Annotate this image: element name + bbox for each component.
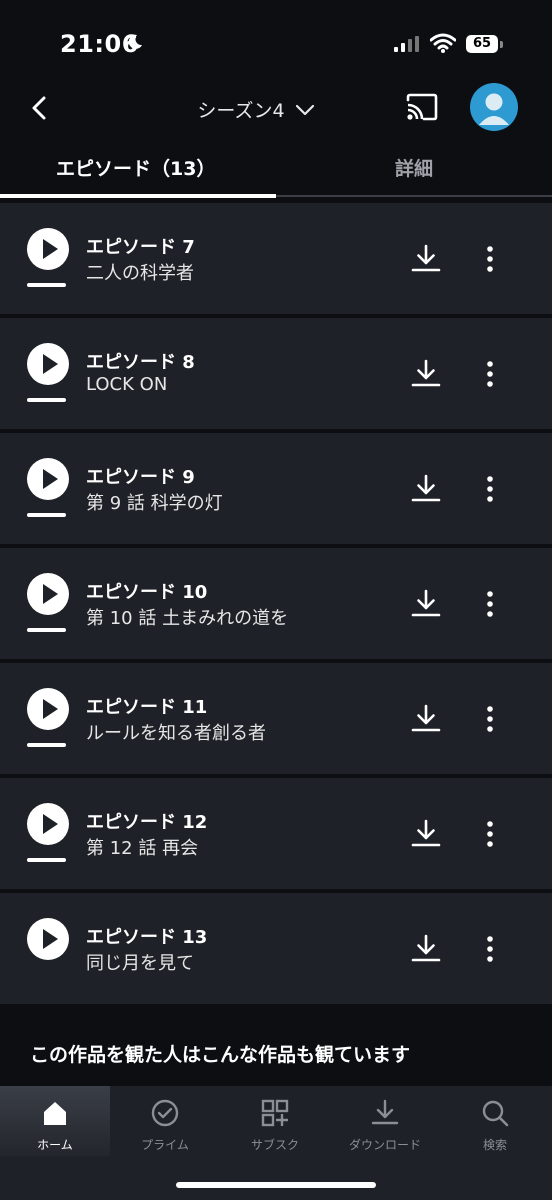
- status-bar: 21:06 65: [0, 0, 552, 80]
- chevron-down-icon: [295, 104, 314, 115]
- episode-title: エピソード 12: [86, 812, 208, 833]
- nav-item-prime[interactable]: プライム: [120, 1098, 210, 1153]
- more-options-icon[interactable]: [480, 705, 500, 733]
- episode-subtitle: 第 10 話 土まみれの道を: [86, 608, 289, 629]
- episode-subtitle: 第 9 話 科学の灯: [86, 493, 223, 514]
- check-circle-icon: [151, 1099, 179, 1127]
- home-indicator: [176, 1182, 376, 1188]
- nav-label: ダウンロード: [348, 1138, 421, 1152]
- tab-bar: エピソード（13） 詳細: [0, 140, 552, 198]
- episode-title: エピソード 10: [86, 582, 208, 603]
- watch-progress-bar: [27, 628, 66, 632]
- play-icon: [43, 239, 58, 259]
- search-icon: [482, 1100, 509, 1127]
- more-options-icon[interactable]: [480, 245, 500, 273]
- episode-subtitle: 第 12 話 再会: [86, 838, 199, 859]
- nav-item-subscriptions[interactable]: サブスク: [230, 1098, 320, 1153]
- episode-title: エピソード 13: [86, 927, 208, 948]
- episode-list: エピソード 7 二人の科学者 エピソード 8 LOCK ON エピソード 9第 9 話 …: [0, 203, 552, 1008]
- nav-label: プライム: [141, 1138, 189, 1152]
- play-icon: [43, 584, 58, 604]
- recommendations-heading: この作品を観た人はこんな作品も観ています: [30, 1044, 411, 1066]
- play-button[interactable]: [27, 228, 69, 270]
- avatar[interactable]: [470, 83, 518, 131]
- episode-title: エピソード 8: [86, 352, 195, 373]
- tab-active-indicator: [0, 194, 276, 198]
- play-button[interactable]: [27, 458, 69, 500]
- episode-subtitle: 二人の科学者: [86, 263, 194, 284]
- nav-item-search[interactable]: 検索: [450, 1098, 540, 1153]
- download-icon: [371, 1099, 399, 1125]
- watch-progress-bar: [27, 513, 66, 517]
- download-icon[interactable]: [410, 933, 442, 965]
- play-button[interactable]: [27, 343, 69, 385]
- episode-title: エピソード 7: [86, 237, 195, 258]
- episode-subtitle: 同じ月を見て: [86, 953, 194, 974]
- play-icon: [43, 929, 58, 949]
- season-label: シーズン4: [197, 100, 285, 122]
- episode-row[interactable]: エピソード 9 第 9 話 科学の灯: [0, 433, 552, 544]
- cellular-signal-icon: [394, 36, 419, 52]
- episode-title: エピソード 9: [86, 467, 195, 488]
- play-icon: [43, 469, 58, 489]
- download-icon[interactable]: [410, 703, 442, 735]
- episode-row[interactable]: エピソード 12 第 12 話 再会: [0, 778, 552, 889]
- play-icon: [43, 354, 58, 374]
- moon-icon: [128, 34, 142, 49]
- watch-progress-bar: [27, 858, 66, 862]
- more-options-icon[interactable]: [480, 360, 500, 388]
- play-button[interactable]: [27, 918, 69, 960]
- nav-label: サブスク: [250, 1138, 299, 1152]
- episode-title: エピソード 11: [86, 697, 208, 718]
- battery-indicator: 65: [466, 35, 498, 53]
- tab-details[interactable]: 詳細: [395, 154, 433, 181]
- episode-row[interactable]: エピソード 8 LOCK ON: [0, 318, 552, 429]
- episode-row[interactable]: エピソード 7 二人の科学者: [0, 203, 552, 314]
- download-icon[interactable]: [410, 588, 442, 620]
- download-icon[interactable]: [410, 818, 442, 850]
- download-icon[interactable]: [410, 358, 442, 390]
- wifi-icon: [430, 33, 456, 53]
- header: シーズン4: [0, 80, 552, 140]
- watch-progress-bar: [27, 398, 66, 402]
- more-options-icon[interactable]: [480, 820, 500, 848]
- episode-row[interactable]: エピソード 13 同じ月を見て: [0, 893, 552, 1004]
- play-button[interactable]: [27, 573, 69, 615]
- play-icon: [43, 699, 58, 719]
- play-button[interactable]: [27, 688, 69, 730]
- episode-subtitle: ルールを知る者創る者: [86, 723, 266, 744]
- nav-item-downloads[interactable]: ダウンロード: [340, 1098, 430, 1153]
- episode-row[interactable]: エピソード 11 ルールを知る者創る者: [0, 663, 552, 774]
- more-options-icon[interactable]: [480, 935, 500, 963]
- watch-progress-bar: [27, 743, 66, 747]
- tab-episodes[interactable]: エピソード（13）: [56, 154, 215, 181]
- more-options-icon[interactable]: [480, 590, 500, 618]
- nav-label: 検索: [482, 1138, 507, 1152]
- episode-subtitle: LOCK ON: [86, 374, 168, 395]
- user-icon: [479, 93, 509, 125]
- battery-tip: [500, 41, 503, 48]
- grid-plus-icon: [261, 1099, 289, 1127]
- play-icon: [43, 814, 58, 834]
- nav-label: ホーム: [37, 1138, 73, 1152]
- more-options-icon[interactable]: [480, 475, 500, 503]
- watch-progress-bar: [27, 283, 66, 287]
- cast-icon[interactable]: [405, 92, 439, 122]
- download-icon[interactable]: [410, 473, 442, 505]
- download-icon[interactable]: [410, 243, 442, 275]
- play-button[interactable]: [27, 803, 69, 845]
- nav-item-home[interactable]: ホーム: [10, 1098, 100, 1153]
- home-icon: [44, 1102, 66, 1125]
- episode-row[interactable]: エピソード 10 第 10 話 土まみれの道を: [0, 548, 552, 659]
